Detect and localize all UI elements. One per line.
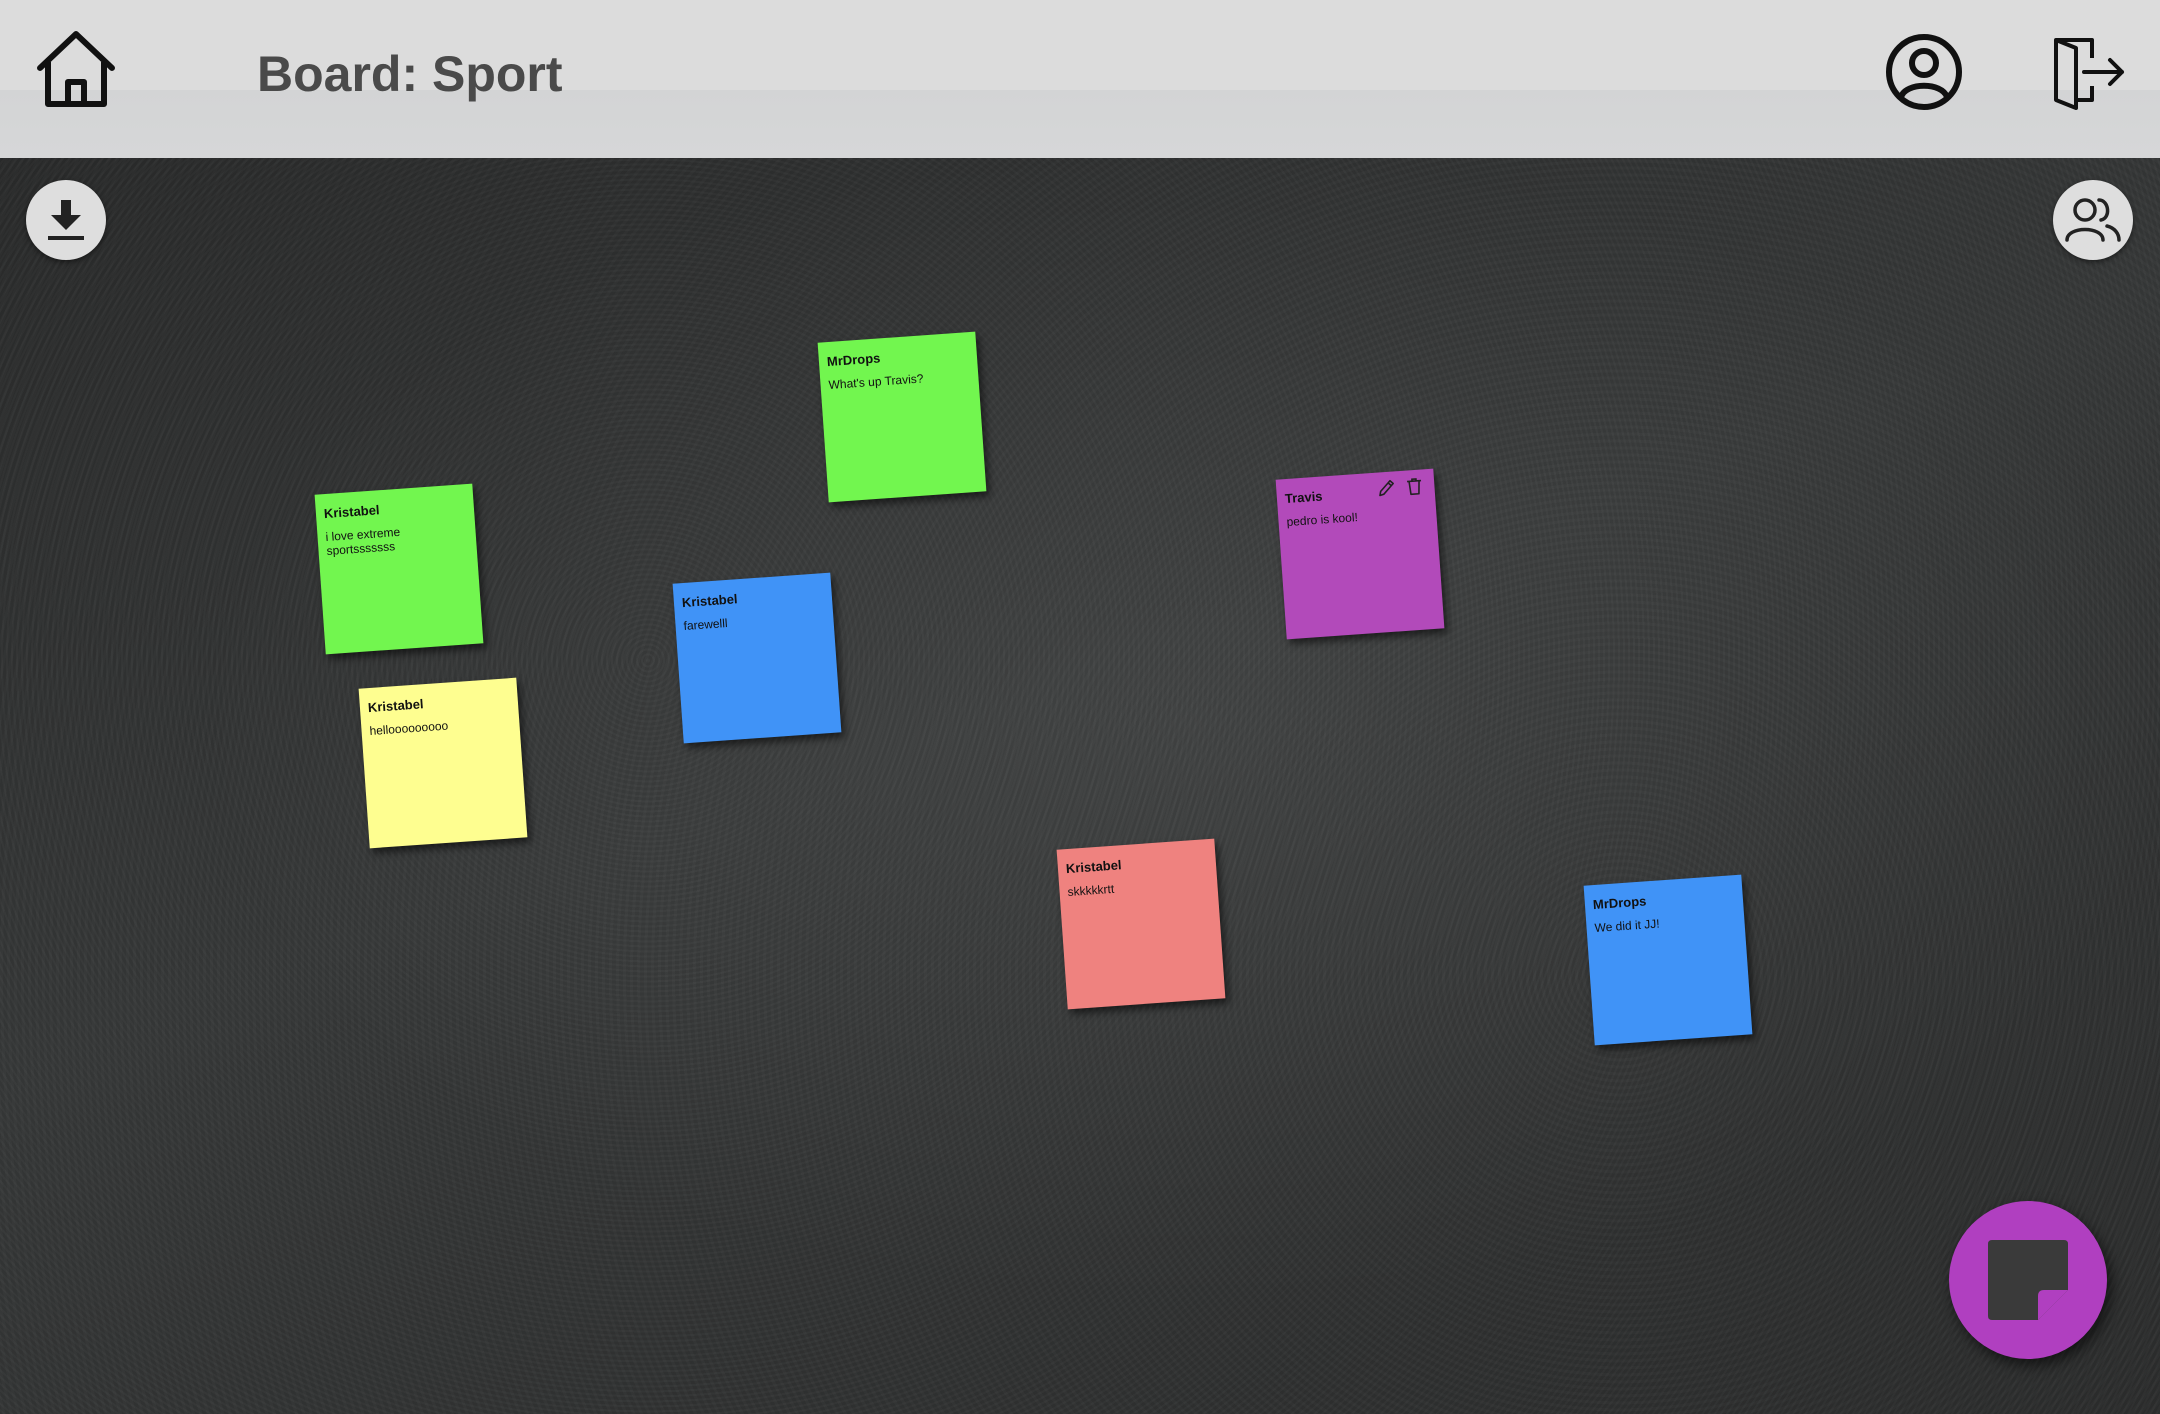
note-author: Kristabel — [323, 502, 380, 522]
sticky-note-icon — [1988, 1240, 2068, 1320]
members-button[interactable] — [2053, 180, 2133, 260]
logout-button[interactable] — [2048, 32, 2128, 112]
profile-button[interactable] — [1884, 32, 1964, 112]
sticky-note[interactable]: Kristabel farewelll — [672, 572, 842, 744]
sticky-note[interactable]: MrDrops We did it JJ! — [1583, 874, 1753, 1046]
trash-icon[interactable] — [1404, 475, 1425, 496]
note-author: Kristabel — [1065, 857, 1122, 877]
users-icon — [2065, 198, 2121, 242]
note-author: MrDrops — [826, 350, 881, 370]
note-text: skkkkkrtt — [1067, 881, 1115, 900]
download-icon — [48, 200, 84, 240]
note-text: i love extreme sportsssssss — [325, 524, 401, 558]
sticky-note[interactable]: Kristabel skkkkkrtt — [1056, 838, 1226, 1010]
note-author: Kristabel — [681, 591, 738, 611]
note-text: farewelll — [683, 615, 728, 634]
sticky-note[interactable]: MrDrops What's up Travis? — [817, 331, 987, 503]
top-bar: Board: Sport — [0, 0, 2160, 158]
note-text: What's up Travis? — [828, 371, 924, 393]
sticky-note[interactable]: Kristabel hellooooooooo — [358, 677, 528, 849]
sticky-note[interactable]: Kristabel i love extreme sportsssssss — [314, 483, 484, 655]
edit-icon[interactable] — [1376, 477, 1397, 498]
sticky-note[interactable]: Travis pedro is kool! — [1275, 468, 1445, 640]
download-button[interactable] — [26, 180, 106, 260]
board-canvas[interactable]: MrDrops What's up Travis? Kristabel i lo… — [0, 158, 2160, 1414]
note-text: We did it JJ! — [1594, 916, 1661, 936]
home-button[interactable] — [34, 28, 118, 112]
note-author: Kristabel — [367, 696, 424, 716]
note-text: hellooooooooo — [369, 718, 449, 739]
note-text: pedro is kool! — [1286, 510, 1359, 530]
page-title: Board: Sport — [257, 46, 563, 102]
note-author: MrDrops — [1592, 893, 1647, 913]
home-icon — [37, 31, 115, 107]
add-note-button[interactable] — [1949, 1201, 2107, 1359]
user-circle-icon — [1886, 34, 1962, 110]
logout-icon — [2054, 38, 2124, 110]
